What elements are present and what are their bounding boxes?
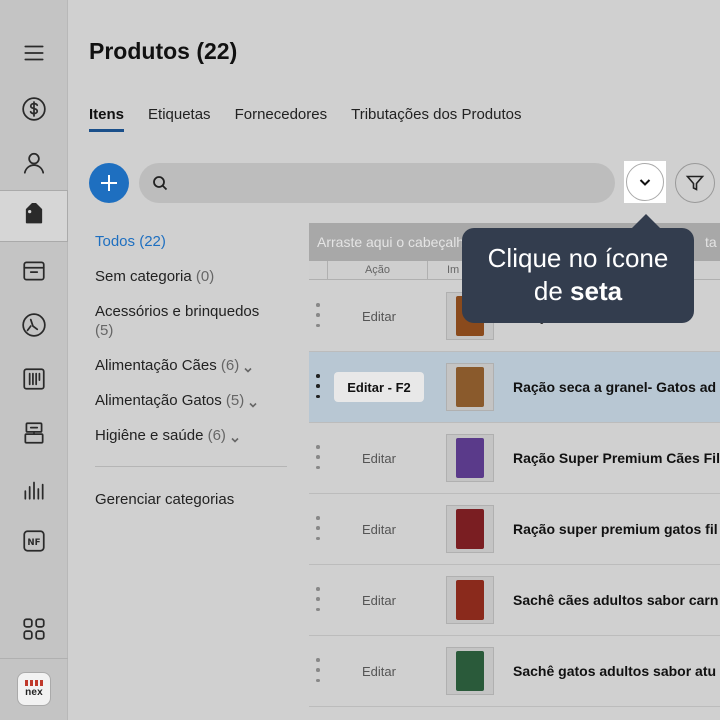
menu-icon[interactable] <box>0 28 68 78</box>
category-label: Alimentação Gatos <box>95 392 222 409</box>
table-row[interactable]: Editar Ração Super Premium Cães Fil <box>309 423 720 494</box>
category-count: (5) <box>95 322 114 339</box>
table-row[interactable]: Editar Sachê cães adultos sabor carn <box>309 565 720 636</box>
product-name[interactable]: Ração seca a granel- Gatos ad <box>513 379 716 395</box>
svg-text:NF: NF <box>27 538 40 548</box>
group-bar-text: Arraste aqui o cabeçalho <box>317 234 472 250</box>
product-name[interactable]: Sachê cães adultos sabor carn <box>513 592 718 608</box>
chevron-down-icon[interactable] <box>243 361 253 373</box>
product-bag-image <box>456 509 484 549</box>
chevron-circle[interactable] <box>626 163 664 201</box>
product-image <box>446 647 494 695</box>
add-product-button[interactable] <box>89 163 129 203</box>
edit-button[interactable]: Editar <box>334 514 424 544</box>
search-icon <box>153 176 168 191</box>
row-menu-icon[interactable] <box>315 658 321 682</box>
group-bar-text-right: ta co <box>705 234 720 250</box>
header-acao[interactable]: Ação <box>328 261 428 280</box>
plus-icon <box>101 175 117 191</box>
user-icon[interactable] <box>0 138 68 188</box>
product-image <box>446 505 494 553</box>
product-image <box>446 434 494 482</box>
logo-text: nex <box>25 687 43 698</box>
edit-button[interactable]: Editar <box>334 656 424 686</box>
edit-button[interactable]: Editar - F2 <box>334 372 424 402</box>
category-label: Higiêne e saúde <box>95 427 204 444</box>
filter-icon <box>685 175 705 191</box>
product-bag-image <box>456 367 484 407</box>
sidebar: NF nex <box>0 0 68 720</box>
product-bag-image <box>456 651 484 691</box>
product-bag-image <box>456 438 484 478</box>
apps-grid-icon[interactable] <box>0 604 68 654</box>
category-label: Alimentação Cães <box>95 357 217 374</box>
tab-fornecedores[interactable]: Fornecedores <box>235 106 328 132</box>
nf-icon[interactable]: NF <box>0 516 68 566</box>
search-input[interactable] <box>176 175 596 191</box>
tooltip-pointer <box>632 214 660 228</box>
barcode-icon[interactable] <box>0 354 68 404</box>
product-name[interactable]: Ração Super Premium Cães Fil <box>513 450 720 466</box>
category-sem-categoria[interactable]: Sem categoria (0) <box>95 267 295 286</box>
category-label: Sem categoria <box>95 268 192 285</box>
logo-stripes <box>25 680 43 686</box>
product-image <box>446 363 494 411</box>
brand-logo[interactable]: nex <box>17 672 51 706</box>
filter-button[interactable] <box>675 163 715 203</box>
category-count: (5) <box>225 392 245 409</box>
row-menu-icon[interactable] <box>315 374 321 398</box>
table-row[interactable]: Editar Sachê gatos adultos sabor atu <box>309 636 720 707</box>
manage-categories-link[interactable]: Gerenciar categorias <box>95 491 234 508</box>
edit-button[interactable]: Editar <box>334 585 424 615</box>
tooltip-line2-bold: seta <box>570 276 623 306</box>
header-handle-col <box>309 261 328 280</box>
row-menu-icon[interactable] <box>315 303 321 327</box>
tooltip: Clique no ícone de seta <box>462 214 694 323</box>
expand-options-button[interactable] <box>624 161 666 203</box>
product-name[interactable]: Sachê gatos adultos sabor atu <box>513 663 716 679</box>
category-todos[interactable]: Todos (22) <box>95 232 295 251</box>
category-count: (6) <box>220 357 240 374</box>
tab-tributacoes[interactable]: Tributações dos Produtos <box>351 106 521 132</box>
category-label: Acessórios e brinquedos <box>95 303 260 320</box>
product-bag-image <box>456 580 484 620</box>
page-title: Produtos (22) <box>89 38 238 64</box>
register-icon[interactable] <box>0 408 68 458</box>
table-row[interactable]: Editar - F2 Ração seca a granel- Gatos ad <box>309 352 720 423</box>
row-menu-icon[interactable] <box>315 516 321 540</box>
storefront-icon[interactable] <box>0 246 68 296</box>
category-higiene[interactable]: Higiêne e saúde (6) <box>95 426 295 445</box>
tabs: Itens Etiquetas Fornecedores Tributações… <box>89 106 546 132</box>
chevron-down-icon[interactable] <box>230 431 240 443</box>
category-acessorios[interactable]: Acessórios e brinquedos (5) <box>95 302 295 340</box>
category-list: Todos (22) Sem categoria (0) Acessórios … <box>95 232 295 461</box>
tab-etiquetas[interactable]: Etiquetas <box>148 106 211 132</box>
category-count: (0) <box>195 268 215 285</box>
bar-chart-icon[interactable] <box>0 464 68 514</box>
category-divider <box>95 466 287 467</box>
dollar-icon[interactable] <box>0 84 68 134</box>
table-row[interactable]: Editar Ração super premium gatos fil <box>309 494 720 565</box>
search-bar[interactable] <box>139 163 615 203</box>
category-alimentacao-caes[interactable]: Alimentação Cães (6) <box>95 356 295 375</box>
row-menu-icon[interactable] <box>315 445 321 469</box>
sidebar-separator <box>0 658 68 659</box>
product-name[interactable]: Ração super premium gatos fil <box>513 521 718 537</box>
category-label: Todos (22) <box>95 233 166 250</box>
edit-button[interactable]: Editar <box>334 443 424 473</box>
tag-icon[interactable] <box>0 190 68 242</box>
tooltip-line2-prefix: de <box>533 276 571 306</box>
dashboard-icon[interactable] <box>0 300 68 350</box>
edit-button[interactable]: Editar <box>334 301 424 331</box>
chevron-down-icon[interactable] <box>248 396 258 408</box>
tab-itens[interactable]: Itens <box>89 106 125 132</box>
product-image <box>446 576 494 624</box>
tooltip-line2: de seta <box>462 275 694 308</box>
category-alimentacao-gatos[interactable]: Alimentação Gatos (5) <box>95 391 295 410</box>
tooltip-line1: Clique no ícone <box>487 243 669 273</box>
category-count: (6) <box>207 427 226 444</box>
row-menu-icon[interactable] <box>315 587 321 611</box>
chevron-down-icon <box>639 179 651 186</box>
